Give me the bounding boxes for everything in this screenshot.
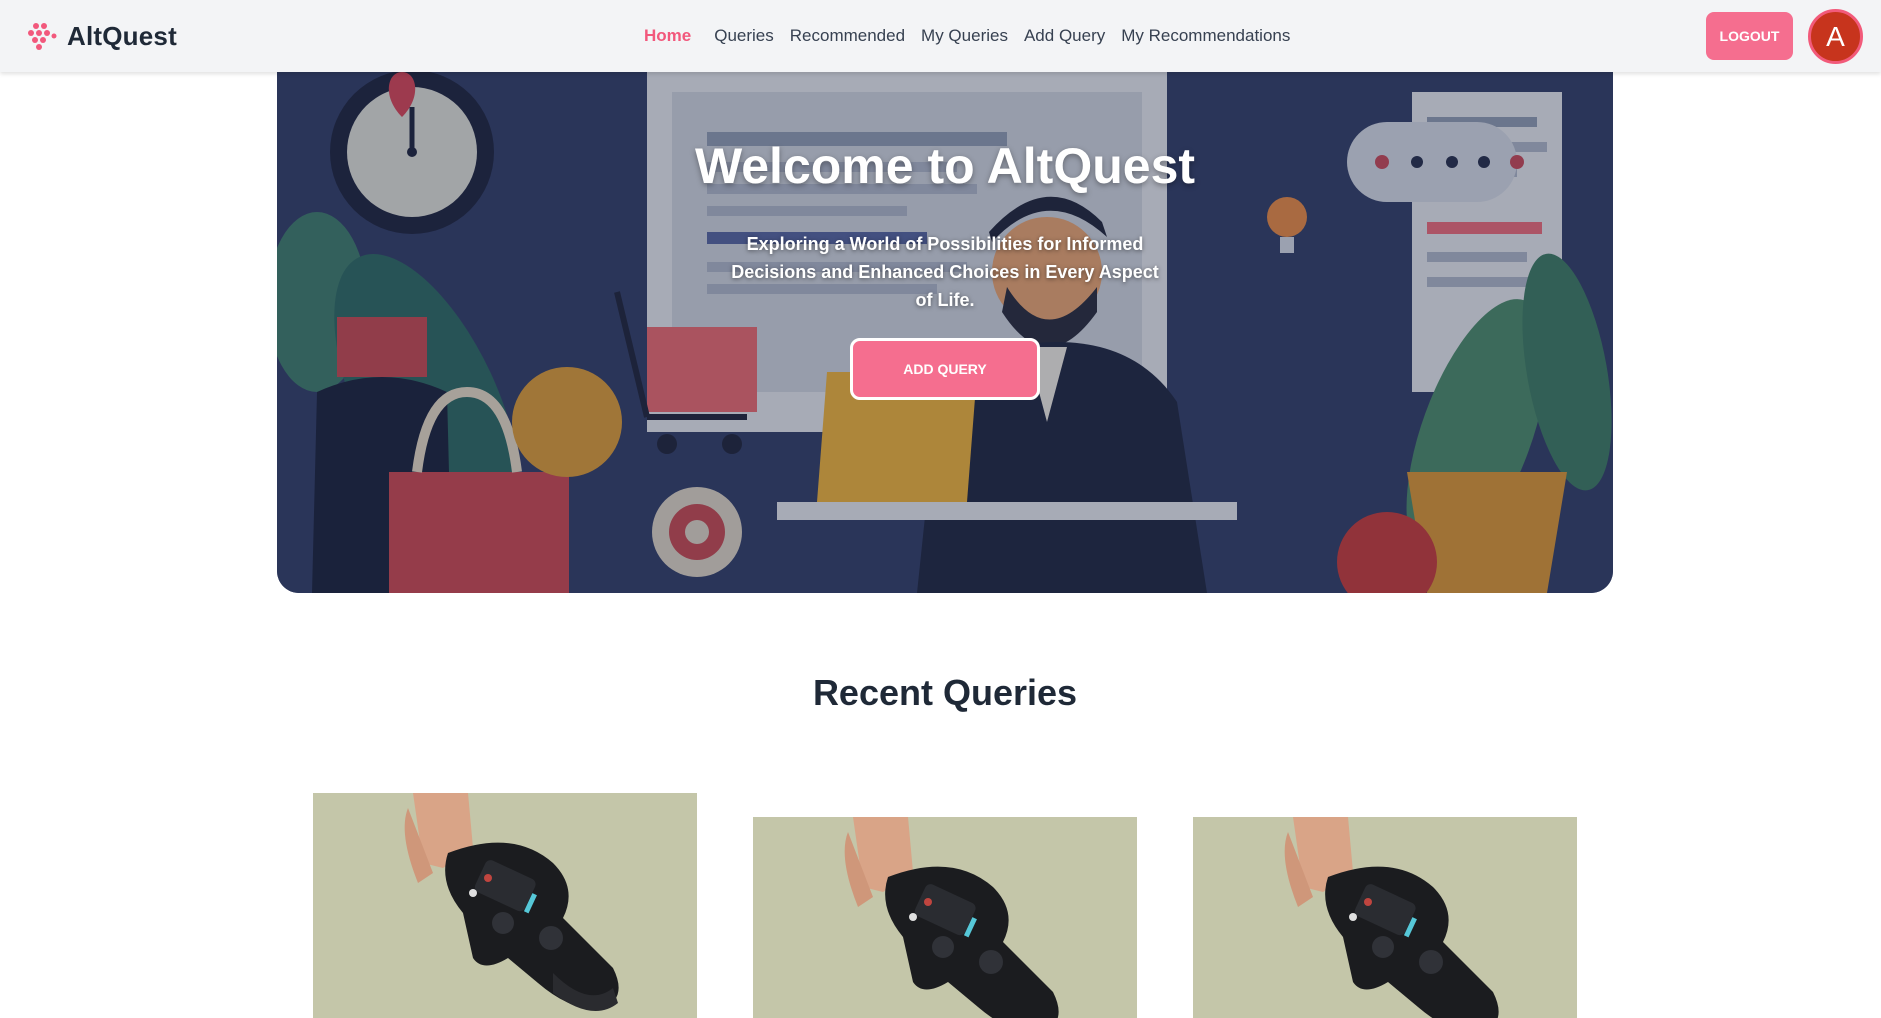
query-card-image-2[interactable] (753, 817, 1137, 1018)
game-controller-photo (753, 817, 1137, 1018)
query-card-image-1[interactable] (313, 793, 697, 1018)
hero-banner: Welcome to AltQuest Exploring a World of… (277, 72, 1613, 593)
nav-item-queries[interactable]: Queries (714, 26, 774, 46)
hero-title: Welcome to AltQuest (694, 138, 1196, 194)
game-controller-photo (1193, 817, 1577, 1018)
dots-grid-logo-icon (25, 20, 57, 52)
nav-item-recommended[interactable]: Recommended (790, 26, 905, 46)
logout-button[interactable]: LOGOUT (1706, 12, 1793, 60)
nav-item-add-query[interactable]: Add Query (1024, 26, 1105, 46)
brand-link[interactable]: AltQuest (25, 20, 177, 52)
hero-subtitle: Exploring a World of Possibilities for I… (731, 234, 1159, 310)
nav-item-my-queries[interactable]: My Queries (921, 26, 1008, 46)
main-nav: Home Queries Recommended My Queries Add … (644, 24, 1306, 48)
nav-item-my-recommendations[interactable]: My Recommendations (1121, 26, 1290, 46)
add-query-button[interactable]: ADD QUERY (850, 338, 1040, 400)
query-card-image-3[interactable] (1193, 817, 1577, 1018)
user-avatar[interactable]: A (1808, 9, 1863, 64)
recent-queries-heading: Recent Queries (812, 672, 1078, 713)
game-controller-photo (313, 793, 697, 1018)
brand-name: AltQuest (67, 20, 177, 51)
top-navbar: AltQuest Home Queries Recommended My Que… (0, 0, 1881, 72)
nav-item-home[interactable]: Home (644, 26, 691, 46)
